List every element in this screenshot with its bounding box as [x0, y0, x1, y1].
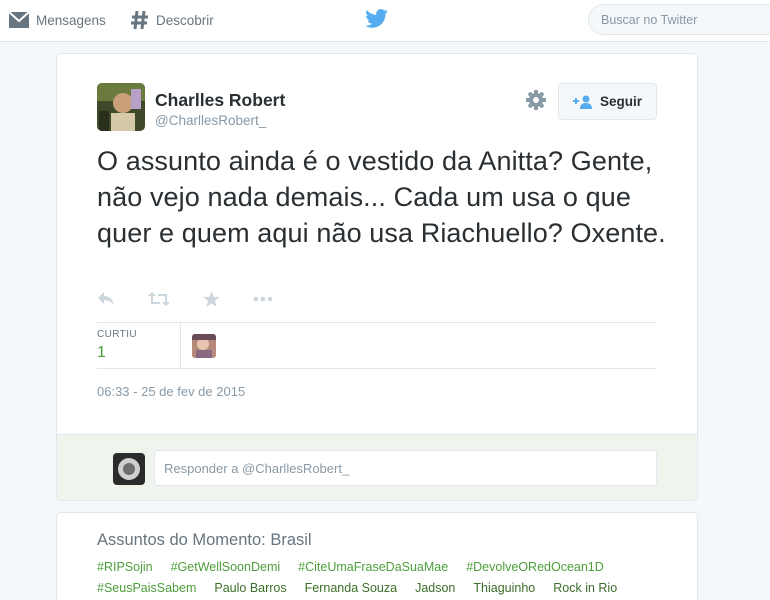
tweet-card: Charlles Robert @CharllesRobert_ Seguir … — [56, 53, 698, 501]
trend-item[interactable]: Thiaguinho — [473, 581, 535, 595]
trend-item[interactable]: #SeusPaisSabem — [97, 581, 196, 595]
gear-icon[interactable] — [526, 90, 546, 110]
favorites-count[interactable]: 1 — [97, 344, 106, 362]
hash-icon — [131, 10, 148, 30]
top-navigation-bar: Mensagens Descobrir — [0, 0, 770, 42]
current-user-avatar — [113, 453, 145, 485]
current-user-avatar-image — [113, 453, 145, 485]
search-input[interactable] — [588, 4, 770, 35]
author-name[interactable]: Charlles Robert — [155, 90, 285, 111]
favorite-star-icon[interactable] — [203, 291, 220, 307]
author-avatar[interactable] — [97, 83, 145, 131]
divider — [97, 368, 657, 369]
liker-avatar[interactable] — [192, 334, 216, 358]
trend-item[interactable]: #CiteUmaFraseDaSuaMae — [298, 560, 448, 574]
favorites-label: CURTIU — [97, 329, 137, 340]
nav-messages-label: Mensagens — [36, 12, 106, 28]
follow-button[interactable]: Seguir — [558, 83, 657, 120]
reply-area — [57, 434, 697, 500]
liker-avatar-image — [192, 334, 216, 358]
trend-item[interactable]: Paulo Barros — [214, 581, 286, 595]
nav-discover-label: Descobrir — [156, 12, 214, 28]
divider — [97, 322, 657, 323]
tweet-text: O assunto ainda é o vestido da Anitta? G… — [97, 146, 666, 248]
twitter-bird-icon[interactable] — [365, 9, 388, 28]
envelope-icon — [8, 11, 30, 28]
trends-title: Assuntos do Momento: Brasil — [97, 531, 312, 549]
follow-person-icon — [572, 95, 592, 109]
trends-row: #SeusPaisSabem Paulo Barros Fernanda Sou… — [97, 581, 635, 595]
trends-card: Assuntos do Momento: Brasil #RIPSojin #G… — [56, 512, 698, 600]
more-icon[interactable] — [253, 291, 273, 307]
author-handle[interactable]: @CharllesRobert_ — [155, 113, 266, 128]
nav-discover[interactable]: Descobrir — [130, 0, 214, 40]
trend-item[interactable]: Jadson — [415, 581, 455, 595]
nav-messages[interactable]: Mensagens — [8, 0, 106, 40]
reply-icon[interactable] — [97, 291, 115, 307]
trend-item[interactable]: #RIPSojin — [97, 560, 153, 574]
reply-input[interactable] — [154, 450, 657, 486]
trends-row: #RIPSojin #GetWellSoonDemi #CiteUmaFrase… — [97, 560, 622, 574]
stats-separator — [180, 323, 181, 368]
retweet-icon[interactable] — [148, 291, 170, 307]
trend-item[interactable]: #GetWellSoonDemi — [171, 560, 281, 574]
trend-item[interactable]: Rock in Rio — [553, 581, 617, 595]
trend-item[interactable]: Fernanda Souza — [305, 581, 397, 595]
trend-item[interactable]: #DevolveORedOcean1D — [466, 560, 604, 574]
author-avatar-image — [97, 83, 145, 131]
follow-button-label: Seguir — [599, 94, 642, 109]
tweet-timestamp[interactable]: 06:33 - 25 de fev de 2015 — [97, 384, 245, 399]
